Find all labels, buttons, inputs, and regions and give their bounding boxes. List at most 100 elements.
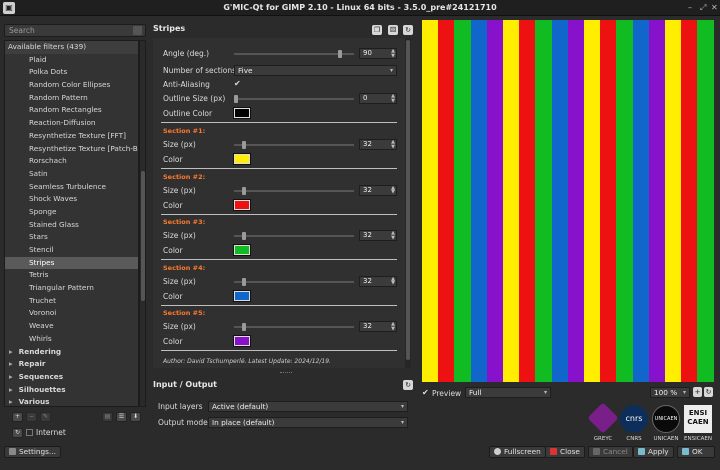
filter-tree-scrollbar[interactable] xyxy=(139,40,146,407)
color-swatch[interactable] xyxy=(234,336,250,346)
randomize-icon[interactable]: ⚄ xyxy=(388,25,398,35)
tree-filter-item[interactable]: Stripes xyxy=(5,256,138,270)
output-mode-combo[interactable]: In place (default) ▾ xyxy=(208,417,408,428)
preview-checkbox[interactable]: ✔ xyxy=(422,388,429,397)
input-layers-combo[interactable]: Active (default) ▾ xyxy=(208,401,408,412)
tree-filter-item[interactable]: Truchet xyxy=(5,295,138,308)
io-reset-icon[interactable]: ↻ xyxy=(403,380,413,390)
params-scrollbar[interactable] xyxy=(405,38,411,368)
tree-filter-item[interactable]: Sponge xyxy=(5,206,138,219)
outline-size-slider[interactable] xyxy=(234,95,354,103)
copy-params-icon[interactable]: ❐ xyxy=(372,25,382,35)
slider-handle[interactable] xyxy=(242,277,246,286)
tree-filter-item[interactable]: Shock Waves xyxy=(5,193,138,206)
tree-filter-item[interactable]: Stencil xyxy=(5,244,138,257)
tree-filter-item[interactable]: Tetris xyxy=(5,269,138,282)
close-button[interactable]: Close xyxy=(545,446,585,458)
internet-checkbox[interactable]: Internet xyxy=(26,428,66,437)
preview-mode-combo[interactable]: Full ▾ xyxy=(465,387,551,398)
slider-handle[interactable] xyxy=(242,186,246,195)
zoom-combo[interactable]: 100 % ▾ xyxy=(650,387,690,398)
slider-handle[interactable] xyxy=(234,95,238,103)
slider-handle[interactable] xyxy=(242,323,246,331)
settings-button[interactable]: Settings... xyxy=(4,446,61,458)
spin-arrows-icon[interactable]: ▲ ▼ xyxy=(391,322,395,332)
size-slider[interactable] xyxy=(234,141,354,149)
size-slider[interactable] xyxy=(234,232,354,240)
size-slider[interactable] xyxy=(234,186,354,195)
tree-filter-item[interactable]: Rorschach xyxy=(5,155,138,168)
download-icon[interactable]: ⬇ xyxy=(130,412,141,422)
scroll-thumb[interactable] xyxy=(141,171,145,301)
close-window-button[interactable]: ✕ xyxy=(711,3,718,12)
size-spinbox[interactable]: 32 ▲ ▼ xyxy=(359,275,397,287)
tree-filter-item[interactable]: Triangular Pattern xyxy=(5,282,138,295)
add-fave-icon[interactable]: + xyxy=(12,412,23,422)
tree-category[interactable]: Silhouettes xyxy=(5,384,138,397)
spin-arrows-icon[interactable]: ▲ ▼ xyxy=(391,185,395,195)
color-swatch[interactable] xyxy=(234,154,250,164)
minimize-button[interactable]: – xyxy=(688,3,692,12)
tree-filter-item[interactable]: Satin xyxy=(5,168,138,181)
rename-fave-icon[interactable]: ✎ xyxy=(40,412,51,422)
remove-fave-icon[interactable]: − xyxy=(26,412,37,422)
apply-button[interactable]: Apply xyxy=(633,446,674,458)
anti-aliasing-checkbox[interactable]: ✔ xyxy=(234,79,241,88)
outline-color-swatch[interactable] xyxy=(234,108,250,118)
zoom-in-icon[interactable]: + xyxy=(693,387,702,397)
spin-arrows-icon[interactable]: ▲ ▼ xyxy=(391,231,395,241)
spin-arrows-icon[interactable]: ▲ ▼ xyxy=(391,140,395,150)
tree-category[interactable]: Various xyxy=(5,396,138,406)
size-slider[interactable] xyxy=(234,277,354,286)
spin-arrows-icon[interactable]: ▲ ▼ xyxy=(391,276,395,286)
tree-filter-item[interactable]: Seamless Turbulence xyxy=(5,181,138,194)
size-slider[interactable] xyxy=(234,323,354,331)
angle-spinbox[interactable]: 90 ▲ ▼ xyxy=(359,48,397,59)
expand-icon[interactable]: ▤ xyxy=(102,412,113,422)
tree-root[interactable]: Available filters (439) xyxy=(5,41,138,54)
tree-category[interactable]: Sequences xyxy=(5,371,138,384)
slider-handle[interactable] xyxy=(338,50,343,58)
zoom-reset-icon[interactable]: ↻ xyxy=(704,387,713,397)
preview-image[interactable] xyxy=(422,20,714,382)
tree-filter-item[interactable]: Plaid xyxy=(5,54,138,67)
tree-category[interactable]: Repair xyxy=(5,358,138,371)
tree-filter-item[interactable]: Resynthetize Texture [FFT] xyxy=(5,130,138,143)
color-swatch[interactable] xyxy=(234,290,250,301)
cancel-button[interactable]: Cancel xyxy=(588,446,633,458)
tree-filter-item[interactable]: Whirls xyxy=(5,333,138,346)
tree-filter-item[interactable]: Random Rectangles xyxy=(5,104,138,117)
tree-filter-item[interactable]: Voronoi xyxy=(5,307,138,320)
tree-filter-item[interactable]: Polka Dots xyxy=(5,66,138,79)
tree-filter-item[interactable]: Random Pattern xyxy=(5,92,138,105)
scroll-thumb[interactable] xyxy=(406,40,410,360)
checkbox-icon[interactable] xyxy=(26,429,33,436)
filter-tree[interactable]: Available filters (439) Plaid Polka Dots R… xyxy=(4,40,139,407)
size-spinbox[interactable]: 32 ▲ ▼ xyxy=(359,184,397,196)
tree-filter-item[interactable]: Random Color Ellipses xyxy=(5,79,138,92)
color-swatch[interactable] xyxy=(234,199,250,210)
size-spinbox[interactable]: 32 ▲ ▼ xyxy=(359,321,397,332)
refresh-icon[interactable]: ↻ xyxy=(12,428,23,438)
ok-button[interactable]: OK xyxy=(677,446,715,458)
splitter-handle[interactable] xyxy=(280,372,292,374)
spin-arrows-icon[interactable]: ▲ ▼ xyxy=(391,49,395,59)
slider-handle[interactable] xyxy=(242,141,246,149)
tree-filter-item[interactable]: Resynthetize Texture [Patch-Based] xyxy=(5,143,138,156)
size-spinbox[interactable]: 32 ▲ ▼ xyxy=(359,230,397,241)
tree-filter-item[interactable]: Stars xyxy=(5,231,138,244)
sections-combo[interactable]: Five ▾ xyxy=(234,65,397,76)
angle-slider[interactable] xyxy=(234,50,354,58)
tree-category[interactable]: Rendering xyxy=(5,346,138,359)
color-swatch[interactable] xyxy=(234,245,250,255)
size-spinbox[interactable]: 32 ▲ ▼ xyxy=(359,139,397,150)
search-input[interactable]: Search xyxy=(4,24,146,37)
reset-icon[interactable]: ↻ xyxy=(403,25,413,35)
outline-size-spinbox[interactable]: 0 ▲ ▼ xyxy=(359,93,397,104)
tree-filter-item[interactable]: Stained Glass xyxy=(5,219,138,232)
tree-filter-item[interactable]: Weave xyxy=(5,320,138,333)
spin-arrows-icon[interactable]: ▲ ▼ xyxy=(391,94,395,104)
slider-handle[interactable] xyxy=(242,232,246,240)
maximize-button[interactable]: ⤢ xyxy=(700,3,706,13)
tree-filter-item[interactable]: Reaction-Diffusion xyxy=(5,117,138,130)
